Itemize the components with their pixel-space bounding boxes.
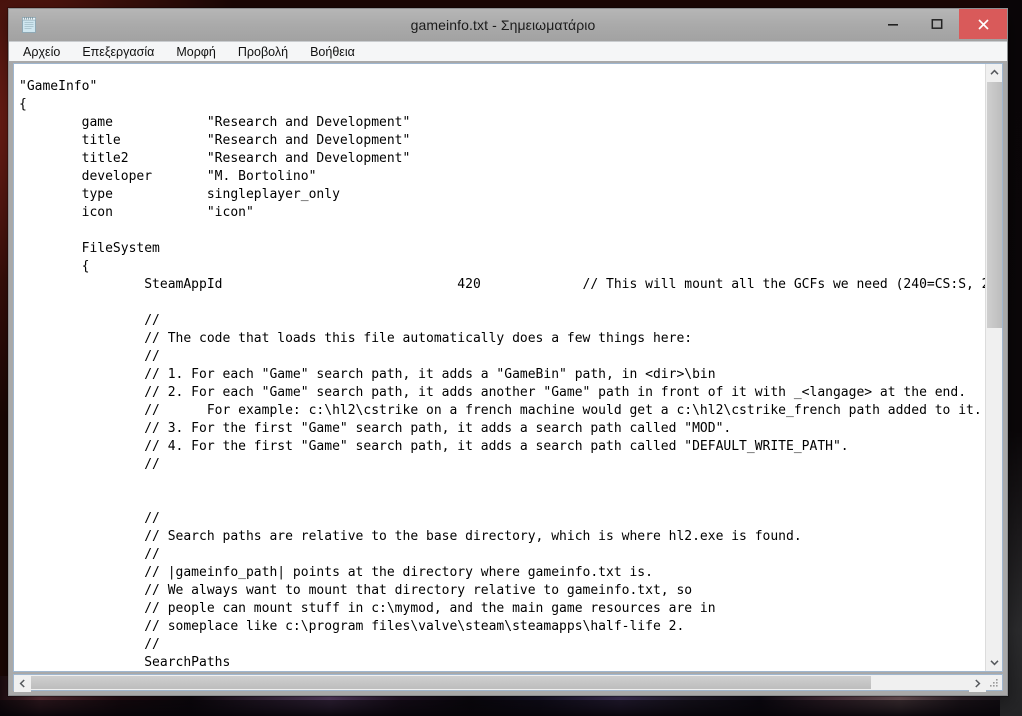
- notepad-window: gameinfo.txt - Σημειωματάριο Αρχείο Επεξ…: [8, 8, 1008, 696]
- chevron-up-icon: [990, 69, 999, 75]
- scroll-right-button[interactable]: [969, 675, 986, 692]
- chevron-left-icon: [19, 679, 25, 688]
- close-button[interactable]: [959, 9, 1007, 39]
- scroll-up-button[interactable]: [986, 64, 1002, 81]
- chevron-down-icon: [990, 660, 999, 666]
- text-viewport[interactable]: "GameInfo" { game "Research and Developm…: [14, 64, 985, 671]
- vertical-scroll-thumb[interactable]: [987, 82, 1002, 328]
- vertical-scrollbar[interactable]: [985, 64, 1002, 671]
- scroll-left-button[interactable]: [14, 675, 31, 692]
- menu-view[interactable]: Προβολή: [236, 45, 290, 59]
- menu-file[interactable]: Αρχείο: [21, 45, 62, 59]
- title-bar[interactable]: gameinfo.txt - Σημειωματάριο: [9, 9, 1007, 41]
- horizontal-scroll-thumb[interactable]: [31, 676, 871, 689]
- maximize-icon: [931, 19, 943, 29]
- window-controls: [871, 9, 1007, 41]
- menu-edit[interactable]: Επεξεργασία: [80, 45, 156, 59]
- client-area: "GameInfo" { game "Research and Developm…: [9, 61, 1007, 695]
- close-icon: [977, 18, 989, 30]
- menu-bar: Αρχείο Επεξεργασία Μορφή Προβολή Βοήθεια: [9, 41, 1007, 61]
- text-editor[interactable]: "GameInfo" { game "Research and Developm…: [19, 78, 985, 671]
- notepad-icon: [19, 15, 39, 35]
- menu-format[interactable]: Μορφή: [174, 45, 218, 59]
- scroll-down-button[interactable]: [986, 654, 1002, 671]
- window-title: gameinfo.txt - Σημειωματάριο: [410, 17, 596, 33]
- resize-grip[interactable]: [987, 676, 1001, 690]
- menu-help[interactable]: Βοήθεια: [308, 45, 357, 59]
- minimize-button[interactable]: [871, 9, 915, 39]
- minimize-icon: [888, 24, 898, 26]
- editor-frame: "GameInfo" { game "Research and Developm…: [13, 63, 1003, 672]
- wallpaper-shadow: [0, 700, 1022, 716]
- chevron-right-icon: [975, 679, 981, 688]
- maximize-button[interactable]: [915, 9, 959, 39]
- horizontal-scrollbar[interactable]: [13, 674, 1003, 692]
